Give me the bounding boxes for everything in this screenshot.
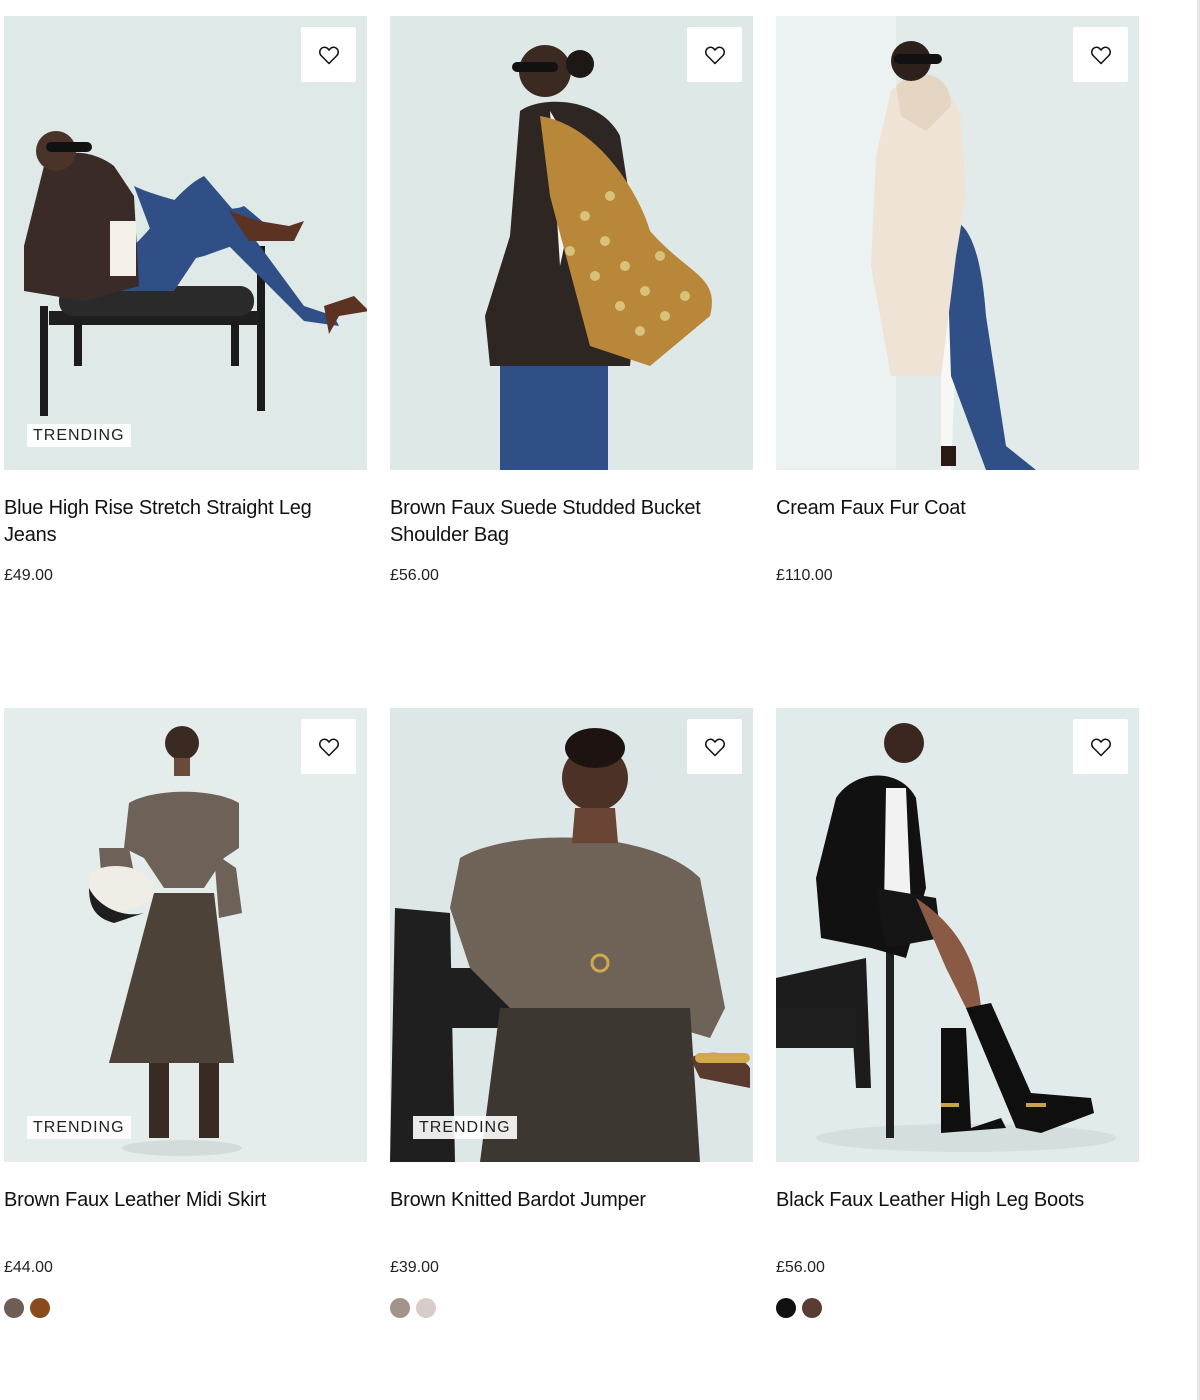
product-card[interactable]: Cream Faux Fur Coat £110.00	[776, 16, 1139, 708]
product-image[interactable]	[776, 708, 1139, 1162]
color-swatch[interactable]	[416, 1298, 436, 1318]
wishlist-button[interactable]	[301, 27, 356, 82]
wishlist-button[interactable]	[1073, 27, 1128, 82]
product-card[interactable]: Black Faux Leather High Leg Boots £56.00	[776, 708, 1139, 1400]
wishlist-button[interactable]	[301, 719, 356, 774]
product-name[interactable]: Brown Faux Leather Midi Skirt	[4, 1187, 367, 1214]
color-swatch[interactable]	[390, 1298, 410, 1318]
color-swatch[interactable]	[776, 1298, 796, 1318]
heart-icon	[1090, 737, 1111, 756]
product-price: £44.00	[4, 1259, 53, 1276]
color-swatches	[4, 1298, 50, 1318]
product-name[interactable]: Cream Faux Fur Coat	[776, 495, 1139, 522]
product-card[interactable]: Brown Faux Suede Studded Bucket Shoulder…	[390, 16, 753, 708]
trending-badge: TRENDING	[27, 1116, 131, 1139]
product-image[interactable]	[776, 16, 1139, 470]
product-photo	[390, 708, 753, 1162]
product-price: £110.00	[776, 567, 833, 584]
color-swatch[interactable]	[802, 1298, 822, 1318]
product-photo	[776, 708, 1139, 1162]
product-image[interactable]: TRENDING	[390, 708, 753, 1162]
product-card[interactable]: TRENDING Blue High Rise Stretch Straight…	[4, 16, 367, 708]
product-image[interactable]	[390, 16, 753, 470]
product-price: £56.00	[776, 1259, 825, 1276]
color-swatch[interactable]	[30, 1298, 50, 1318]
heart-icon	[318, 737, 339, 756]
wishlist-button[interactable]	[687, 719, 742, 774]
heart-icon	[1090, 45, 1111, 64]
product-price: £49.00	[4, 567, 53, 584]
product-price: £56.00	[390, 567, 439, 584]
heart-icon	[704, 45, 725, 64]
trending-badge: TRENDING	[27, 424, 131, 447]
product-card[interactable]: TRENDING Brown Faux Leather Midi Skirt £…	[4, 708, 367, 1400]
product-grid: TRENDING Blue High Rise Stretch Straight…	[4, 16, 1139, 1400]
product-image[interactable]: TRENDING	[4, 16, 367, 470]
product-name[interactable]: Black Faux Leather High Leg Boots	[776, 1187, 1139, 1214]
heart-icon	[318, 45, 339, 64]
color-swatches	[390, 1298, 436, 1318]
wishlist-button[interactable]	[1073, 719, 1128, 774]
product-name[interactable]: Brown Faux Suede Studded Bucket Shoulder…	[390, 495, 753, 549]
product-name[interactable]: Brown Knitted Bardot Jumper	[390, 1187, 753, 1214]
wishlist-button[interactable]	[687, 27, 742, 82]
product-photo	[4, 16, 367, 470]
product-name[interactable]: Blue High Rise Stretch Straight Leg Jean…	[4, 495, 367, 549]
product-price: £39.00	[390, 1259, 439, 1276]
product-card[interactable]: TRENDING Brown Knitted Bardot Jumper £39…	[390, 708, 753, 1400]
product-image[interactable]: TRENDING	[4, 708, 367, 1162]
product-photo	[390, 16, 753, 470]
product-photo	[776, 16, 1139, 470]
color-swatches	[776, 1298, 822, 1318]
trending-badge: TRENDING	[413, 1116, 517, 1139]
heart-icon	[704, 737, 725, 756]
color-swatch[interactable]	[4, 1298, 24, 1318]
product-photo	[4, 708, 367, 1162]
